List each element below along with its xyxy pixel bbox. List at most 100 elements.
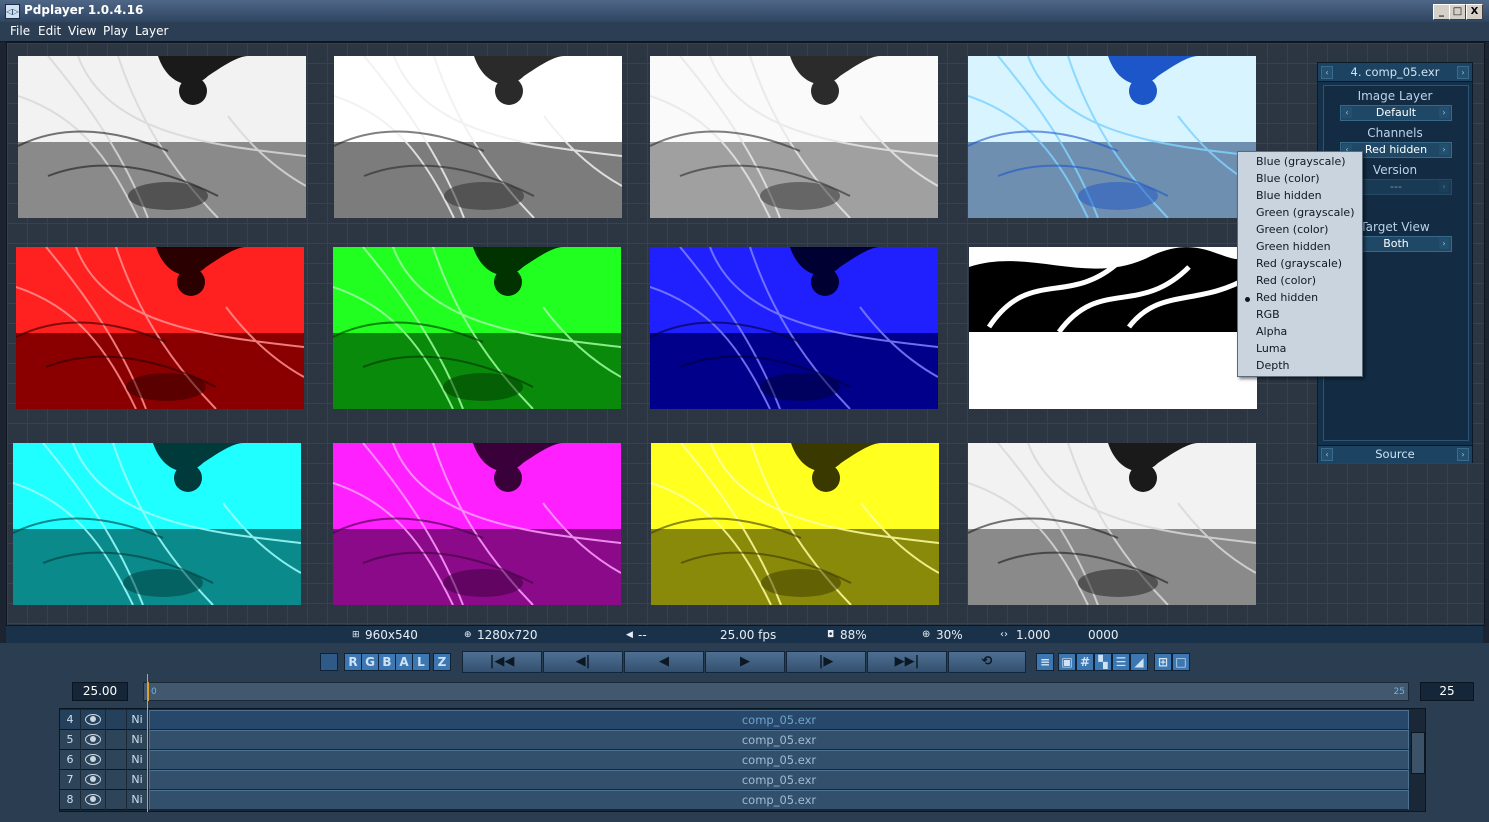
- channel-l-button[interactable]: L: [412, 653, 430, 671]
- eye-icon: [85, 754, 101, 765]
- end-frame-input[interactable]: 25: [1420, 682, 1474, 701]
- layer-row[interactable]: 7 Ni comp_05.exr: [60, 770, 1425, 790]
- channel-option[interactable]: Red (color): [1256, 274, 1316, 287]
- checker-icon[interactable]: ▚: [1094, 653, 1112, 671]
- maximize-button[interactable]: □: [1449, 4, 1466, 20]
- thumbnail-11[interactable]: [651, 443, 939, 605]
- thumbnail-7[interactable]: [650, 247, 938, 409]
- layer-clip[interactable]: comp_05.exr: [149, 770, 1409, 790]
- layer-lock-toggle[interactable]: [106, 710, 126, 730]
- channel-g-button[interactable]: G: [361, 653, 379, 671]
- layer-clip[interactable]: comp_05.exr: [149, 750, 1409, 770]
- visibility-toggle[interactable]: [81, 790, 105, 810]
- channel-option[interactable]: Luma: [1256, 342, 1286, 355]
- thumbnail-3[interactable]: [650, 56, 938, 218]
- channel-option[interactable]: Red hidden: [1256, 291, 1318, 304]
- menu-file[interactable]: File: [10, 24, 30, 38]
- channel-option[interactable]: Green (grayscale): [1256, 206, 1355, 219]
- thumbnail-1[interactable]: [18, 56, 306, 218]
- play-reverse-icon[interactable]: ◀: [624, 651, 704, 673]
- channel-option[interactable]: Green hidden: [1256, 240, 1331, 253]
- next-layer-arrow-icon[interactable]: ›: [1457, 66, 1469, 79]
- source-tab-label[interactable]: Source: [1318, 447, 1472, 461]
- menu-view[interactable]: View: [68, 24, 96, 38]
- layer-clip[interactable]: comp_05.exr: [149, 710, 1409, 730]
- layer-blend-mode[interactable]: Ni: [127, 730, 147, 750]
- layer-row[interactable]: 4 Ni comp_05.exr: [60, 710, 1425, 730]
- layer-number: 6: [60, 750, 80, 770]
- safe-frame-icon[interactable]: ▣: [1058, 653, 1076, 671]
- visibility-toggle[interactable]: [81, 770, 105, 790]
- thumbnail-9[interactable]: [13, 443, 301, 605]
- menu-edit[interactable]: Edit: [38, 24, 61, 38]
- grid-icon[interactable]: #: [1076, 653, 1094, 671]
- fps-input[interactable]: 25.00: [72, 682, 128, 701]
- image-layer-select[interactable]: ‹ Default ›: [1340, 105, 1452, 121]
- eye-icon: [85, 714, 101, 725]
- thumbnail-2[interactable]: [334, 56, 622, 218]
- channel-option[interactable]: Red (grayscale): [1256, 257, 1342, 270]
- zoom-icon: ⊕: [922, 629, 931, 640]
- channel-option[interactable]: Alpha: [1256, 325, 1287, 338]
- skip-to-end-icon[interactable]: ▶▶|: [867, 651, 947, 673]
- thumbnail-6[interactable]: [333, 247, 621, 409]
- speed-readout: 1.000: [1016, 628, 1051, 642]
- playhead[interactable]: [148, 682, 149, 701]
- table-icon[interactable]: ☰: [1112, 653, 1130, 671]
- visibility-toggle[interactable]: [81, 750, 105, 770]
- resolution-readout: 960x540: [365, 628, 418, 642]
- step-forward-icon[interactable]: |▶: [786, 651, 866, 673]
- layer-lock-toggle[interactable]: [106, 790, 126, 810]
- layer-row[interactable]: 6 Ni comp_05.exr: [60, 750, 1425, 770]
- channel-option[interactable]: Blue hidden: [1256, 189, 1322, 202]
- channel-b-button[interactable]: B: [378, 653, 396, 671]
- channel-option[interactable]: RGB: [1256, 308, 1280, 321]
- layer-blend-mode[interactable]: Ni: [127, 750, 147, 770]
- layer-lock-toggle[interactable]: [106, 770, 126, 790]
- thumbnail-8[interactable]: [969, 247, 1257, 409]
- layer-blend-mode[interactable]: Ni: [127, 790, 147, 810]
- channel-a-button[interactable]: A: [395, 653, 413, 671]
- layer-lock-toggle[interactable]: [106, 730, 126, 750]
- visibility-toggle[interactable]: [81, 730, 105, 750]
- thumbnail-4[interactable]: [968, 56, 1256, 218]
- layer-blend-mode[interactable]: Ni: [127, 770, 147, 790]
- menu-layer[interactable]: Layer: [135, 24, 168, 38]
- selected-bullet-icon: [1245, 297, 1250, 302]
- thumbnail-10[interactable]: [333, 443, 621, 605]
- compare-icon[interactable]: ◢: [1130, 653, 1148, 671]
- menu-play[interactable]: Play: [103, 24, 128, 38]
- skip-to-start-icon[interactable]: |◀◀: [462, 651, 542, 673]
- thumbnail-12[interactable]: [968, 443, 1256, 605]
- channel-option[interactable]: Blue (grayscale): [1256, 155, 1346, 168]
- channel-r-button[interactable]: R: [344, 653, 362, 671]
- channel-option[interactable]: Blue (color): [1256, 172, 1320, 185]
- layer-blend-mode[interactable]: Ni: [127, 710, 147, 730]
- layer-row[interactable]: 5 Ni comp_05.exr: [60, 730, 1425, 750]
- thumbnail-5[interactable]: [16, 247, 304, 409]
- channel-option[interactable]: Depth: [1256, 359, 1290, 372]
- single-view-icon[interactable]: □: [1172, 653, 1190, 671]
- close-button[interactable]: X: [1466, 4, 1483, 20]
- loop-icon[interactable]: ⟲: [948, 651, 1026, 673]
- layer-row[interactable]: 8 Ni comp_05.exr: [60, 790, 1425, 810]
- list-view-icon[interactable]: ≡: [1036, 653, 1054, 671]
- layer-clip[interactable]: comp_05.exr: [149, 790, 1409, 810]
- panel-header: ‹ 4. comp_05.exr ›: [1318, 63, 1472, 82]
- next-tab-arrow-icon[interactable]: ›: [1457, 448, 1469, 461]
- layer-lock-toggle[interactable]: [106, 750, 126, 770]
- eye-icon: [85, 794, 101, 805]
- layer-clip[interactable]: comp_05.exr: [149, 730, 1409, 750]
- tile-view-icon[interactable]: ⊞: [1154, 653, 1172, 671]
- channel-z-button[interactable]: Z: [433, 653, 451, 671]
- channels-dropdown: Blue (grayscale) Blue (color) Blue hidden G…: [1237, 151, 1363, 377]
- minimize-button[interactable]: _: [1433, 4, 1450, 20]
- channel-option[interactable]: Green (color): [1256, 223, 1328, 236]
- layers-scrollbar[interactable]: [1411, 732, 1425, 774]
- step-back-icon[interactable]: ◀|: [543, 651, 623, 673]
- speed-icon: ‹›: [1000, 629, 1008, 640]
- visibility-toggle[interactable]: [81, 710, 105, 730]
- play-icon[interactable]: ▶: [705, 651, 785, 673]
- panel-toggle-icon[interactable]: [320, 653, 338, 671]
- timeline-slider[interactable]: 0 25: [143, 682, 1409, 701]
